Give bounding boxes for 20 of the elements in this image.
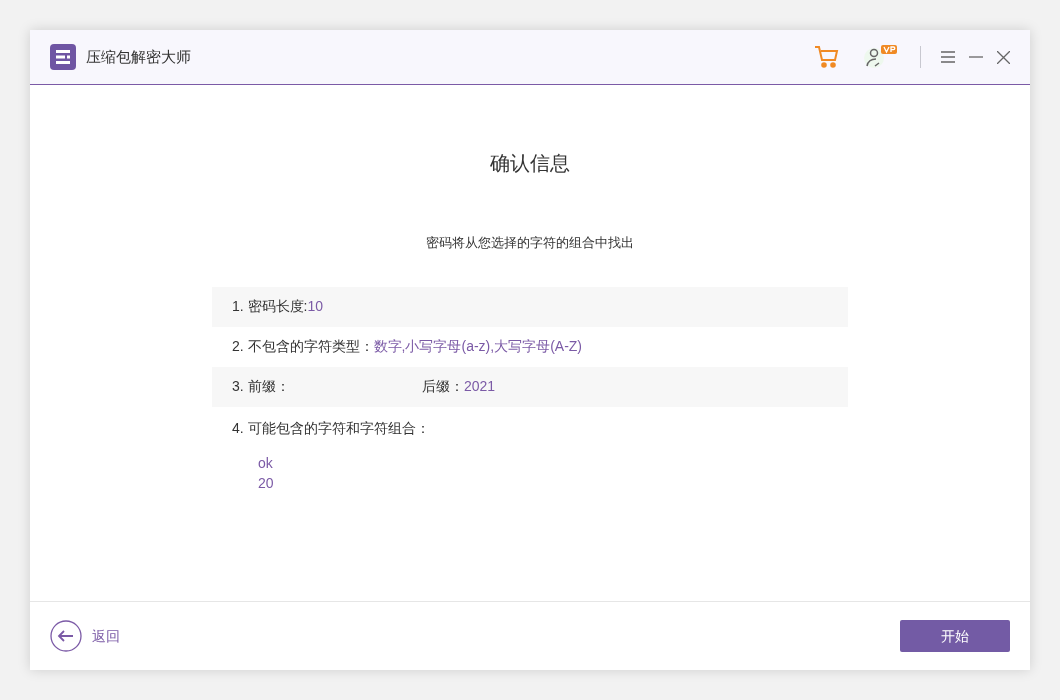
page-subtitle: 密码将从您选择的字符的组合中找出 [426, 234, 634, 252]
row-label: 4. 可能包含的字符和字符组合： [232, 418, 430, 438]
row-value: 2021 [464, 377, 496, 396]
page-heading: 确认信息 [490, 151, 570, 176]
row-value: 数字,小写字母(a-z),大写字母(A-Z) [373, 337, 582, 356]
row-label: 2. 不包含的字符类型： [232, 337, 374, 356]
combination-value: 20 [258, 473, 274, 493]
window-title: 压缩包解密大师 [86, 46, 191, 67]
combination-value: ok [258, 453, 273, 473]
cart-icon[interactable] [814, 45, 840, 69]
close-icon[interactable] [997, 50, 1010, 64]
user-vip-icon[interactable] [864, 44, 900, 70]
back-button[interactable]: 返回 [50, 620, 120, 652]
start-button[interactable]: 开始 [900, 620, 1010, 652]
row-value: 10 [307, 297, 324, 316]
app-logo-icon [50, 44, 76, 70]
row-label: 1. 密码长度: [232, 297, 308, 316]
row-label: 3. 前缀： [232, 377, 290, 396]
menu-icon[interactable] [941, 51, 955, 63]
row-label: 后缀： [422, 377, 464, 396]
